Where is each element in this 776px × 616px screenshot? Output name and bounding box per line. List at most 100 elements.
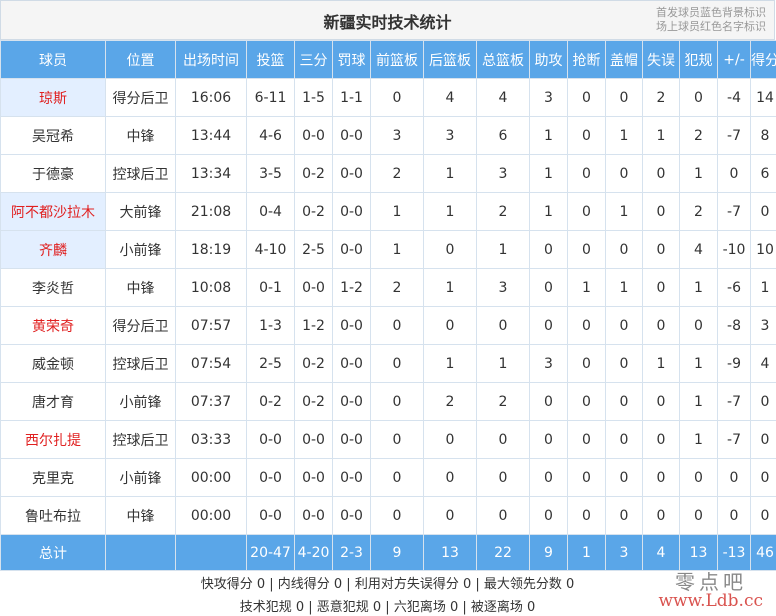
player-name[interactable]: 琼斯 [0, 78, 106, 117]
stat-cell-pm: -9 [717, 344, 751, 383]
stat-cell-ft: 0-0 [332, 344, 371, 383]
stat-cell-dreb: 4 [423, 78, 477, 117]
stat-cell-pf: 1 [679, 382, 718, 421]
stat-cell-blk: 0 [605, 420, 643, 459]
stat-cell-dreb: 0 [423, 458, 477, 497]
stat-cell-pf: 0 [679, 458, 718, 497]
stat-cell-stl: 0 [567, 344, 606, 383]
column-header[interactable]: 罚球 [332, 40, 371, 79]
stat-cell-ast: 1 [529, 192, 568, 231]
stat-cell-pf: 0 [679, 306, 718, 345]
stat-cell-oreb: 0 [370, 344, 424, 383]
player-name[interactable]: 黄荣奇 [0, 306, 106, 345]
stat-cell-pos: 中锋 [105, 116, 176, 155]
stat-cell-ast: 0 [529, 382, 568, 421]
column-header[interactable]: 得分 [750, 40, 776, 79]
stat-cell-blk: 0 [605, 306, 643, 345]
stat-cell-fg: 0-2 [246, 382, 295, 421]
stats-table: 球员位置出场时间投篮三分罚球前篮板后篮板总篮板助攻抢断盖帽失误犯规+/-得分 琼… [0, 40, 776, 571]
column-header[interactable]: 总篮板 [476, 40, 530, 79]
stat-cell-pos: 得分后卫 [105, 78, 176, 117]
stat-cell-pf: 2 [679, 116, 718, 155]
table-row: 克里克 小前锋 00:00 0-0 0-0 0-0 0 0 0 0 0 0 0 0 0 0 [0, 458, 776, 497]
stat-cell-reb: 2 [476, 192, 530, 231]
stat-cell-ast: 3 [529, 344, 568, 383]
stat-cell-tp: 2-5 [294, 230, 333, 269]
stat-cell-tp: 1-5 [294, 78, 333, 117]
totals-label: 总计 [0, 534, 106, 571]
column-header[interactable]: 失误 [642, 40, 680, 79]
legend-starter: 首发球员蓝色背景标识 [656, 6, 766, 19]
stat-cell-pos: 中锋 [105, 268, 176, 307]
stat-cell-ast: 3 [529, 78, 568, 117]
stat-cell-min: 07:37 [175, 382, 247, 421]
stat-cell-stl: 0 [567, 116, 606, 155]
column-header[interactable]: 投篮 [246, 40, 295, 79]
column-header[interactable]: 盖帽 [605, 40, 643, 79]
stat-cell-tov: 2 [642, 78, 680, 117]
stat-cell-ft: 0-0 [332, 306, 371, 345]
player-name[interactable]: 鲁吐布拉 [0, 496, 106, 535]
stat-cell-blk: 0 [605, 496, 643, 535]
stat-cell-ast: 0 [529, 306, 568, 345]
player-name[interactable]: 齐麟 [0, 230, 106, 269]
stat-cell-pm: 0 [717, 154, 751, 193]
stats-panel: 新疆实时技术统计 首发球员蓝色背景标识 场上球员红色名字标识 球员 位置 出场时间投… [0, 0, 776, 616]
stat-cell-ast: 0 [529, 496, 568, 535]
player-name[interactable]: 克里克 [0, 458, 106, 497]
stat-cell-pts: 1 [750, 268, 776, 307]
player-name[interactable]: 吴冠希 [0, 116, 106, 155]
column-header[interactable]: 出场时间 [175, 40, 247, 79]
player-name[interactable]: 李炎哲 [0, 268, 106, 307]
player-name[interactable]: 西尔扎提 [0, 420, 106, 459]
stat-cell-blk: 0 [605, 458, 643, 497]
stat-cell-oreb: 0 [370, 382, 424, 421]
stat-cell-pm: -7 [717, 420, 751, 459]
stat-cell-ast: 0 [529, 268, 568, 307]
stat-cell-dreb: 0 [423, 496, 477, 535]
total-cell-pos [105, 534, 176, 571]
stat-cell-pts: 4 [750, 344, 776, 383]
stat-cell-reb: 6 [476, 116, 530, 155]
stat-cell-tp: 0-0 [294, 458, 333, 497]
stat-cell-pf: 1 [679, 420, 718, 459]
stat-cell-pos: 控球后卫 [105, 420, 176, 459]
stat-cell-blk: 0 [605, 154, 643, 193]
stat-cell-pos: 大前锋 [105, 192, 176, 231]
stat-cell-ft: 0-0 [332, 192, 371, 231]
total-cell-dreb: 13 [423, 534, 477, 571]
stat-cell-min: 10:08 [175, 268, 247, 307]
stat-cell-dreb: 3 [423, 116, 477, 155]
stat-cell-pts: 0 [750, 192, 776, 231]
total-cell-oreb: 9 [370, 534, 424, 571]
stat-cell-tov: 0 [642, 420, 680, 459]
stat-cell-reb: 4 [476, 78, 530, 117]
stat-cell-ast: 0 [529, 420, 568, 459]
stat-cell-reb: 2 [476, 382, 530, 421]
column-header[interactable]: 助攻 [529, 40, 568, 79]
player-name[interactable]: 威金顿 [0, 344, 106, 383]
column-header[interactable]: 三分 [294, 40, 333, 79]
player-name[interactable]: 于德豪 [0, 154, 106, 193]
stat-cell-tov: 0 [642, 306, 680, 345]
stat-cell-reb: 1 [476, 230, 530, 269]
stat-cell-ft: 0-0 [332, 496, 371, 535]
stat-cell-stl: 0 [567, 306, 606, 345]
total-cell-min [175, 534, 247, 571]
stat-cell-min: 18:19 [175, 230, 247, 269]
player-name[interactable]: 唐才育 [0, 382, 106, 421]
total-cell-stl: 1 [567, 534, 606, 571]
column-header[interactable]: 位置 [105, 40, 176, 79]
stat-cell-pos: 得分后卫 [105, 306, 176, 345]
column-header[interactable]: 前篮板 [370, 40, 424, 79]
stat-cell-tp: 1-2 [294, 306, 333, 345]
column-header[interactable]: 后篮板 [423, 40, 477, 79]
column-header[interactable]: +/- [717, 40, 751, 79]
legend-oncourt: 场上球员红色名字标识 [656, 20, 766, 33]
table-row: 吴冠希 中锋 13:44 4-6 0-0 0-0 3 3 6 1 0 1 1 2 -7 8 [0, 116, 776, 155]
column-header[interactable]: 抢断 [567, 40, 606, 79]
column-header[interactable]: 犯规 [679, 40, 718, 79]
player-name[interactable]: 阿不都沙拉木 [0, 192, 106, 231]
total-cell-tp: 4-20 [294, 534, 333, 571]
column-header[interactable]: 球员 [0, 40, 106, 79]
